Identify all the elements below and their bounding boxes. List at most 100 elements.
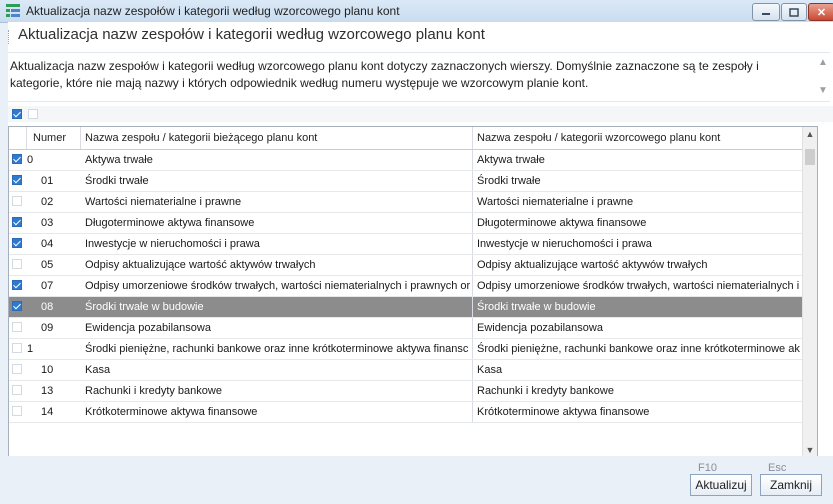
row-number: 13 bbox=[41, 385, 54, 397]
row-template-name: Aktywa trwałe bbox=[477, 154, 545, 166]
row-checkbox[interactable] bbox=[12, 154, 22, 165]
title-bar[interactable]: Aktualizacja nazw zespołów i kategorii w… bbox=[0, 0, 833, 23]
table-row[interactable]: 04 Inwestycje w nieruchomości i prawa Inwe… bbox=[9, 234, 817, 255]
scroll-down-icon[interactable]: ▼ bbox=[803, 445, 817, 455]
minimize-button[interactable] bbox=[752, 3, 780, 21]
close-icon: ✕ bbox=[816, 6, 827, 19]
row-template-name: Długoterminowe aktywa finansowe bbox=[477, 217, 647, 229]
table-row[interactable]: 09 Ewidencja pozabilansowa Ewidencja pozab… bbox=[9, 318, 817, 339]
row-checkbox[interactable] bbox=[12, 406, 22, 417]
row-checkbox[interactable] bbox=[12, 217, 22, 228]
row-template-name: Rachunki i kredyty bankowe bbox=[477, 385, 614, 397]
uncheck-all-button[interactable] bbox=[28, 109, 38, 119]
header-template-name[interactable]: Nazwa zespołu / kategorii wzorcowego pla… bbox=[473, 127, 803, 149]
check-all-button[interactable] bbox=[12, 109, 22, 119]
table-row[interactable]: 0 Aktywa trwałe Aktywa trwałe bbox=[9, 150, 817, 171]
row-checkbox[interactable] bbox=[12, 343, 22, 354]
close-button[interactable]: Zamknij bbox=[760, 474, 822, 496]
row-template-name: Krótkoterminowe aktywa finansowe bbox=[477, 406, 650, 418]
row-checkbox-cell bbox=[9, 276, 27, 296]
row-number: 03 bbox=[41, 217, 54, 229]
table-row[interactable]: 1 Środki pieniężne, rachunki bankowe oraz… bbox=[9, 339, 817, 360]
dialog-footer: F10 Aktualizuj Esc Zamknij bbox=[8, 456, 833, 504]
row-current-name: Kasa bbox=[81, 360, 473, 380]
row-checkbox-cell bbox=[9, 318, 27, 338]
app-icon bbox=[6, 4, 20, 17]
row-template-name: Inwestycje w nieruchomości i prawa bbox=[477, 238, 652, 250]
row-template-name: Środki trwałe bbox=[477, 175, 541, 187]
row-current-name: Środki pieniężne, rachunki bankowe oraz … bbox=[81, 339, 473, 359]
maximize-icon bbox=[789, 7, 799, 17]
row-current-name: Krótkoterminowe aktywa finansowe bbox=[81, 402, 473, 422]
header-current-name[interactable]: Nazwa zespołu / kategorii bieżącego plan… bbox=[81, 127, 473, 149]
row-current-name: Wartości niematerialne i prawne bbox=[81, 192, 473, 212]
table-row[interactable]: 02 Wartości niematerialne i prawne Wartośc… bbox=[9, 192, 817, 213]
row-checkbox[interactable] bbox=[12, 301, 22, 312]
row-number: 09 bbox=[41, 322, 54, 334]
row-checkbox-cell bbox=[9, 234, 27, 254]
row-current-name: Środki trwałe w budowie bbox=[81, 297, 473, 317]
row-number: 07 bbox=[41, 280, 54, 292]
scroll-up-icon[interactable]: ▲ bbox=[803, 129, 817, 139]
row-checkbox-cell bbox=[9, 381, 27, 401]
description-panel: Aktualizacja nazw zespołów i kategorii w… bbox=[8, 52, 830, 102]
table-row[interactable]: 08 Środki trwałe w budowie Środki trwałe w… bbox=[9, 297, 817, 318]
row-checkbox-cell bbox=[9, 297, 27, 317]
table-row[interactable]: 01 Środki trwałe Środki trwałe bbox=[9, 171, 817, 192]
row-template-name: Środki pieniężne, rachunki bankowe oraz … bbox=[477, 343, 800, 355]
description-scrollbar[interactable]: ▲ ▼ bbox=[816, 53, 830, 101]
grip-handle bbox=[8, 30, 12, 44]
grid-scrollbar[interactable]: ▲ ▼ bbox=[802, 127, 817, 457]
selection-toolbar bbox=[8, 106, 833, 122]
scroll-thumb[interactable] bbox=[805, 149, 815, 165]
scroll-down-icon[interactable]: ▼ bbox=[818, 85, 828, 96]
update-button[interactable]: Aktualizuj bbox=[690, 474, 752, 496]
row-number: 08 bbox=[41, 301, 54, 313]
row-checkbox-cell bbox=[9, 171, 27, 191]
table-row[interactable]: 03 Długoterminowe aktywa finansowe Długote… bbox=[9, 213, 817, 234]
row-checkbox[interactable] bbox=[12, 280, 22, 291]
row-template-name: Wartości niematerialne i prawne bbox=[477, 196, 634, 208]
row-checkbox-cell bbox=[9, 150, 27, 170]
row-checkbox-cell bbox=[9, 339, 27, 359]
row-current-name: Odpisy aktualizujące wartość aktywów trw… bbox=[81, 255, 473, 275]
row-number: 10 bbox=[41, 364, 54, 376]
row-checkbox[interactable] bbox=[12, 259, 22, 270]
row-number: 02 bbox=[41, 196, 54, 208]
maximize-button[interactable] bbox=[781, 3, 807, 21]
row-checkbox[interactable] bbox=[12, 196, 22, 207]
scroll-up-icon[interactable]: ▲ bbox=[818, 57, 828, 68]
header-number[interactable]: Numer bbox=[27, 127, 81, 149]
table-row[interactable]: 14 Krótkoterminowe aktywa finansowe Krótko… bbox=[9, 402, 817, 423]
row-template-name: Ewidencja pozabilansowa bbox=[477, 322, 603, 334]
row-number: 14 bbox=[41, 406, 54, 418]
dialog-window: Aktualizacja nazw zespołów i kategorii w… bbox=[0, 0, 833, 504]
row-checkbox[interactable] bbox=[12, 322, 22, 333]
row-checkbox[interactable] bbox=[12, 238, 22, 249]
table-row[interactable]: 10 Kasa Kasa bbox=[9, 360, 817, 381]
row-number: 05 bbox=[41, 259, 54, 271]
row-current-name: Odpisy umorzeniowe środków trwałych, war… bbox=[81, 276, 473, 296]
table-row[interactable]: 05 Odpisy aktualizujące wartość aktywów t… bbox=[9, 255, 817, 276]
row-number: 0 bbox=[27, 154, 34, 166]
dialog-header: Aktualizacja nazw zespołów i kategorii w… bbox=[8, 22, 833, 50]
row-checkbox[interactable] bbox=[12, 364, 22, 375]
row-current-name: Rachunki i kredyty bankowe bbox=[81, 381, 473, 401]
header-checkbox-column bbox=[9, 127, 27, 149]
row-checkbox-cell bbox=[9, 192, 27, 212]
minimize-icon bbox=[762, 13, 770, 15]
page-title: Aktualizacja nazw zespołów i kategorii w… bbox=[18, 26, 485, 43]
row-number: 01 bbox=[41, 175, 54, 187]
table-row[interactable]: 13 Rachunki i kredyty bankowe Rachunki i k… bbox=[9, 381, 817, 402]
description-text: Aktualizacja nazw zespołów i kategorii w… bbox=[10, 59, 759, 90]
row-checkbox[interactable] bbox=[12, 175, 22, 186]
close-window-button[interactable]: ✕ bbox=[808, 3, 833, 21]
row-checkbox[interactable] bbox=[12, 385, 22, 396]
row-current-name: Środki trwałe bbox=[81, 171, 473, 191]
row-checkbox-cell bbox=[9, 360, 27, 380]
row-template-name: Odpisy aktualizujące wartość aktywów trw… bbox=[477, 259, 708, 271]
table-row[interactable]: 07 Odpisy umorzeniowe środków trwałych, w… bbox=[9, 276, 817, 297]
row-checkbox-cell bbox=[9, 402, 27, 422]
row-checkbox-cell bbox=[9, 255, 27, 275]
row-number: 04 bbox=[41, 238, 54, 250]
